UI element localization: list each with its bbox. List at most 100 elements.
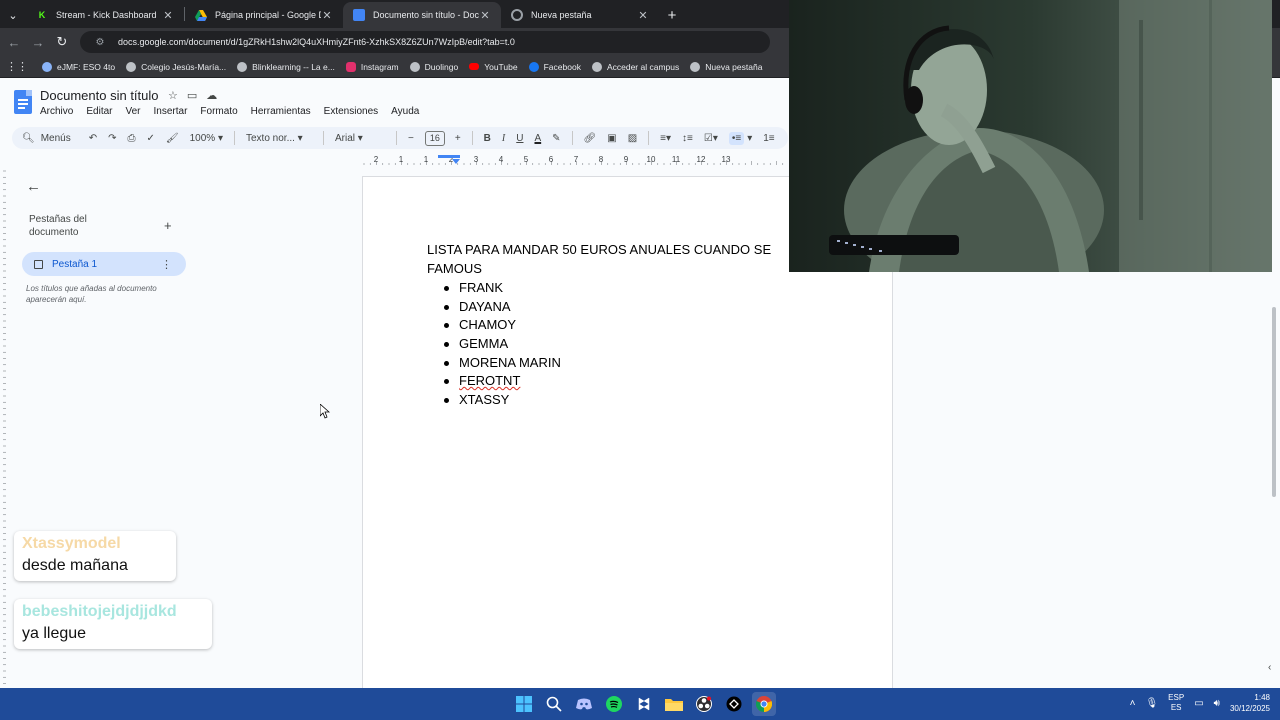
obs-icon[interactable] — [692, 692, 716, 716]
document-tabs-sidebar: ← Pestañas del documento + Pestaña 1 ⋮ L… — [12, 170, 194, 350]
microphone-icon[interactable]: 🎙︎ — [1145, 698, 1158, 709]
increase-font-size-button[interactable]: + — [455, 133, 461, 144]
menu-insertar[interactable]: Insertar — [154, 106, 188, 117]
style-select[interactable]: Texto nor... ▾ — [246, 133, 312, 144]
back-button[interactable]: ← — [2, 30, 26, 54]
apps-grid-icon[interactable]: ⋮⋮ — [6, 60, 28, 73]
close-tab-icon[interactable]: ✕ — [479, 9, 491, 22]
more-options-icon[interactable]: ⋮ — [161, 258, 172, 271]
bookmark-campus[interactable]: Acceder al campus — [591, 61, 679, 72]
zoom-select[interactable]: 100% ▾ — [190, 133, 223, 144]
reload-button[interactable]: ↻ — [50, 30, 74, 54]
menu-herramientas[interactable]: Herramientas — [251, 106, 311, 117]
browser-tab-drive[interactable]: Página principal - Google Drive ✕ — [185, 2, 343, 28]
toolbar-divider — [395, 131, 397, 145]
menu-ayuda[interactable]: Ayuda — [391, 106, 419, 117]
spotify-icon[interactable] — [602, 692, 626, 716]
browser-tab-docs[interactable]: Documento sin título - Docum ✕ — [343, 2, 501, 28]
bulleted-list-menu-icon[interactable]: ▾ — [747, 133, 752, 144]
menu-ver[interactable]: Ver — [125, 106, 140, 117]
ruler-number: 6 — [549, 155, 554, 164]
list-item: XTASSY — [427, 391, 867, 410]
vertical-ruler[interactable] — [0, 167, 12, 688]
align-icon[interactable]: ≡▾ — [660, 133, 671, 144]
browser-tab-kick[interactable]: K Stream - Kick Dashboard ✕ — [26, 2, 184, 28]
spellcheck-icon[interactable]: ✓ — [147, 133, 155, 144]
link-icon[interactable]: 🔗︎ — [584, 133, 597, 144]
browser-tab-newtab[interactable]: Nueva pestaña ✕ — [501, 2, 659, 28]
menu-formato[interactable]: Formato — [200, 106, 237, 117]
italic-icon[interactable]: I — [502, 133, 505, 144]
line-spacing-icon[interactable]: ↕≡ — [682, 133, 693, 144]
system-clock[interactable]: 1:48 30/12/2025 — [1230, 692, 1270, 714]
misspelled-word[interactable]: FEROTNT — [459, 373, 520, 388]
search-menus-icon[interactable]: 🔍︎ — [22, 133, 35, 144]
bookmark-newtab[interactable]: Nueva pestaña — [690, 61, 762, 72]
language-indicator[interactable]: ESP ES — [1168, 693, 1184, 713]
add-tab-button[interactable]: + — [164, 218, 172, 233]
search-menus-input[interactable]: Menús — [41, 133, 71, 144]
windows-start-icon[interactable] — [512, 692, 536, 716]
ruler-number: 1 — [424, 155, 429, 164]
font-size-input[interactable]: 16 — [424, 130, 445, 146]
list-item: FRANK — [427, 279, 867, 298]
checklist-icon[interactable]: ☑▾ — [704, 133, 718, 144]
insert-image-icon[interactable]: ▨ — [628, 133, 637, 144]
tab-search-chevron-icon[interactable]: ⌄ — [0, 2, 26, 28]
decrease-font-size-button[interactable]: − — [408, 133, 414, 144]
bookmark-ejmf[interactable]: eJMF: ESO 4to — [42, 61, 115, 72]
paint-format-icon[interactable]: 🖌︎ — [166, 133, 179, 144]
toolbar-divider — [322, 131, 324, 145]
capcut-icon[interactable] — [632, 692, 656, 716]
redo-icon[interactable]: ↷ — [108, 133, 116, 144]
menu-extensiones[interactable]: Extensiones — [324, 106, 378, 117]
scrollbar-thumb[interactable] — [1272, 307, 1276, 497]
site-info-icon[interactable]: ⚙ — [88, 30, 112, 54]
document-tab-item[interactable]: Pestaña 1 ⋮ — [22, 252, 186, 276]
print-icon[interactable]: ⎙ — [128, 133, 136, 144]
side-panel-toggle-icon[interactable]: ‹ — [1268, 662, 1271, 673]
highlight-icon[interactable]: ✎ — [552, 133, 560, 144]
file-explorer-icon[interactable] — [662, 692, 686, 716]
close-sidebar-arrow-icon[interactable]: ← — [26, 178, 41, 195]
bulleted-list-icon[interactable]: •≡ — [728, 131, 745, 145]
comment-icon[interactable]: ▣ — [607, 133, 616, 144]
close-tab-icon[interactable]: ✕ — [162, 9, 174, 22]
cloud-status-icon[interactable]: ☁ — [206, 89, 217, 102]
bookmark-instagram[interactable]: Instagram — [345, 61, 399, 72]
star-icon[interactable]: ☆ — [168, 89, 178, 102]
menu-archivo[interactable]: Archivo — [40, 106, 73, 117]
numbered-list-icon[interactable]: 1≡ — [763, 133, 774, 144]
close-tab-icon[interactable]: ✕ — [321, 9, 333, 22]
docs-logo-icon[interactable] — [14, 90, 32, 114]
show-hidden-icons-chevron-icon[interactable]: ˄ — [1130, 698, 1136, 709]
new-tab-button[interactable]: + — [659, 2, 685, 28]
horizontal-ruler[interactable]: 2 1 1 2 3 4 5 6 7 8 9 10 11 12 13 — [362, 153, 788, 167]
bookmark-duolingo[interactable]: Duolingo — [409, 61, 458, 72]
bookmark-youtube[interactable]: YouTube — [469, 62, 518, 72]
underline-icon[interactable]: U — [516, 133, 523, 144]
bookmark-blinklearning[interactable]: Blinklearning -- La e... — [237, 61, 335, 72]
move-folder-icon[interactable]: ▭ — [187, 89, 197, 102]
sidebar-heading: Pestañas del documento — [29, 214, 87, 238]
menu-editar[interactable]: Editar — [86, 106, 112, 117]
document-title[interactable]: Documento sin título — [40, 88, 159, 103]
address-bar[interactable]: ⚙ docs.google.com/document/d/1gZRkH1shw2… — [80, 31, 770, 53]
network-icon[interactable]: ▭ — [1194, 698, 1203, 709]
chrome-icon[interactable] — [752, 692, 776, 716]
search-icon[interactable] — [542, 692, 566, 716]
globe-icon — [690, 61, 701, 72]
close-tab-icon[interactable]: ✕ — [637, 9, 649, 22]
windows-taskbar: ˄ 🎙︎ ESP ES ▭ 🔊︎ 1:48 30/12/2025 — [0, 688, 1280, 720]
discord-icon[interactable] — [572, 692, 596, 716]
forward-button[interactable]: → — [26, 30, 50, 54]
bookmark-facebook[interactable]: Facebook — [528, 61, 581, 72]
font-select[interactable]: Arial ▾ — [335, 133, 385, 144]
indent-marker[interactable] — [438, 155, 460, 158]
bookmark-colegio[interactable]: Colegio Jesús-María... — [126, 61, 226, 72]
text-color-icon[interactable]: A — [534, 133, 541, 144]
volume-icon[interactable]: 🔊︎ — [1214, 698, 1220, 709]
ea-app-icon[interactable] — [722, 692, 746, 716]
undo-icon[interactable]: ↶ — [89, 133, 97, 144]
bold-icon[interactable]: B — [484, 133, 491, 144]
